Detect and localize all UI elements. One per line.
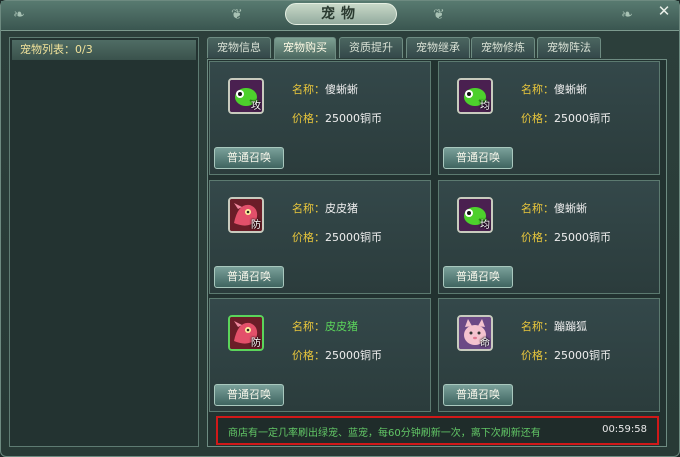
tab-pet-info[interactable]: 宠物信息: [207, 37, 271, 58]
pet-price-row: 价格：25000铜币: [521, 110, 611, 126]
pet-name-row: 名称：皮皮猪: [292, 318, 358, 334]
pet-price: 25000铜币: [554, 349, 611, 362]
pet-price-row: 价格：25000铜币: [292, 110, 382, 126]
name-label: 名称：: [521, 83, 554, 96]
pet-list-header: 宠物列表：0/3: [12, 40, 196, 60]
pink-fox-icon[interactable]: 命: [457, 315, 493, 351]
window-title: 宠物: [285, 3, 397, 25]
pet-type-tag: 命: [480, 338, 490, 349]
summon-button[interactable]: 普通召唤: [214, 266, 284, 288]
pet-name: 皮皮猪: [325, 320, 358, 333]
pet-type-tag: 均: [480, 220, 490, 231]
price-label: 价格：: [521, 112, 554, 125]
tab-pet-purchase[interactable]: 宠物购买: [274, 37, 336, 59]
pet-type-tag: 防: [251, 220, 261, 231]
pet-name-row: 名称：傻蜥蜥: [521, 200, 587, 216]
pet-name: 蹦蹦狐: [554, 320, 587, 333]
refresh-notice: 商店有一定几率刷出绿宠、蓝宠，每60分钟刷新一次，离下次刷新还有 00:59:5…: [216, 416, 659, 445]
shop-card: 命 名称：蹦蹦狐 价格：25000铜币 普通召唤: [438, 298, 660, 412]
tab-pet-formation[interactable]: 宠物阵法: [537, 37, 601, 58]
price-label: 价格：: [292, 349, 325, 362]
pet-window: ❦ 宠物 ❦ ❧ ❧ ✕ 宠物列表：0/3 宠物信息 宠物购买 资质提升 宠物继…: [0, 0, 680, 457]
shop-panel: 攻 名称：傻蜥蜥 价格：25000铜币 普通召唤 均 名称：傻蜥蜥 价格：250…: [207, 59, 667, 447]
pet-type-tag: 攻: [251, 101, 261, 112]
pet-name: 皮皮猪: [325, 202, 358, 215]
pet-price-row: 价格：25000铜币: [292, 347, 382, 363]
pet-name-row: 名称：傻蜥蜥: [292, 81, 358, 97]
summon-button[interactable]: 普通召唤: [443, 147, 513, 169]
name-label: 名称：: [292, 202, 325, 215]
pet-name: 傻蜥蜥: [325, 83, 358, 96]
name-label: 名称：: [292, 83, 325, 96]
refresh-countdown: 00:59:58: [602, 424, 647, 435]
refresh-notice-text: 商店有一定几率刷出绿宠、蓝宠，每60分钟刷新一次，离下次刷新还有: [228, 428, 541, 439]
shop-card: 均 名称：傻蜥蜥 价格：25000铜币 普通召唤: [438, 180, 660, 294]
pet-name: 傻蜥蜥: [554, 83, 587, 96]
shop-card: 防 名称：皮皮猪 价格：25000铜币 普通召唤: [209, 180, 431, 294]
right-ornament-icon: ❦: [433, 7, 445, 23]
summon-button[interactable]: 普通召唤: [443, 384, 513, 406]
pet-list-label: 宠物列表：: [20, 43, 75, 56]
name-label: 名称：: [521, 202, 554, 215]
summon-button[interactable]: 普通召唤: [214, 384, 284, 406]
pet-name-row: 名称：蹦蹦狐: [521, 318, 587, 334]
price-label: 价格：: [521, 349, 554, 362]
shop-card: 防 名称：皮皮猪 价格：25000铜币 普通召唤: [209, 298, 431, 412]
pet-price: 25000铜币: [554, 231, 611, 244]
tab-aptitude-upgrade[interactable]: 资质提升: [339, 37, 403, 58]
pet-price-row: 价格：25000铜币: [521, 347, 611, 363]
title-bar: ❦ 宠物 ❦ ❧ ❧ ✕: [1, 1, 679, 31]
pet-list-count: 0/3: [75, 43, 93, 56]
pet-name-row: 名称：皮皮猪: [292, 200, 358, 216]
green-lizard-icon[interactable]: 均: [457, 197, 493, 233]
pet-price-row: 价格：25000铜币: [521, 229, 611, 245]
tab-pet-inherit[interactable]: 宠物继承: [406, 37, 470, 58]
pet-price: 25000铜币: [325, 349, 382, 362]
price-label: 价格：: [292, 231, 325, 244]
green-lizard-icon[interactable]: 均: [457, 78, 493, 114]
name-label: 名称：: [292, 320, 325, 333]
pet-name-row: 名称：傻蜥蜥: [521, 81, 587, 97]
green-lizard-icon[interactable]: 攻: [228, 78, 264, 114]
red-pig-icon[interactable]: 防: [228, 315, 264, 351]
summon-button[interactable]: 普通召唤: [443, 266, 513, 288]
pet-list-panel: 宠物列表：0/3: [9, 37, 199, 447]
pet-price: 25000铜币: [554, 112, 611, 125]
pet-price: 25000铜币: [325, 231, 382, 244]
price-label: 价格：: [521, 231, 554, 244]
name-label: 名称：: [521, 320, 554, 333]
left-ornament-icon: ❦: [231, 7, 243, 23]
corner-ornament-right-icon: ❧: [621, 7, 633, 23]
red-pig-icon[interactable]: 防: [228, 197, 264, 233]
shop-card: 攻 名称：傻蜥蜥 价格：25000铜币 普通召唤: [209, 61, 431, 175]
price-label: 价格：: [292, 112, 325, 125]
pet-name: 傻蜥蜥: [554, 202, 587, 215]
pet-price-row: 价格：25000铜币: [292, 229, 382, 245]
shop-card: 均 名称：傻蜥蜥 价格：25000铜币 普通召唤: [438, 61, 660, 175]
close-icon[interactable]: ✕: [655, 2, 673, 20]
pet-type-tag: 均: [480, 101, 490, 112]
tab-pet-training[interactable]: 宠物修炼: [471, 37, 535, 58]
summon-button[interactable]: 普通召唤: [214, 147, 284, 169]
pet-price: 25000铜币: [325, 112, 382, 125]
corner-ornament-left-icon: ❧: [13, 7, 25, 23]
pet-type-tag: 防: [251, 338, 261, 349]
